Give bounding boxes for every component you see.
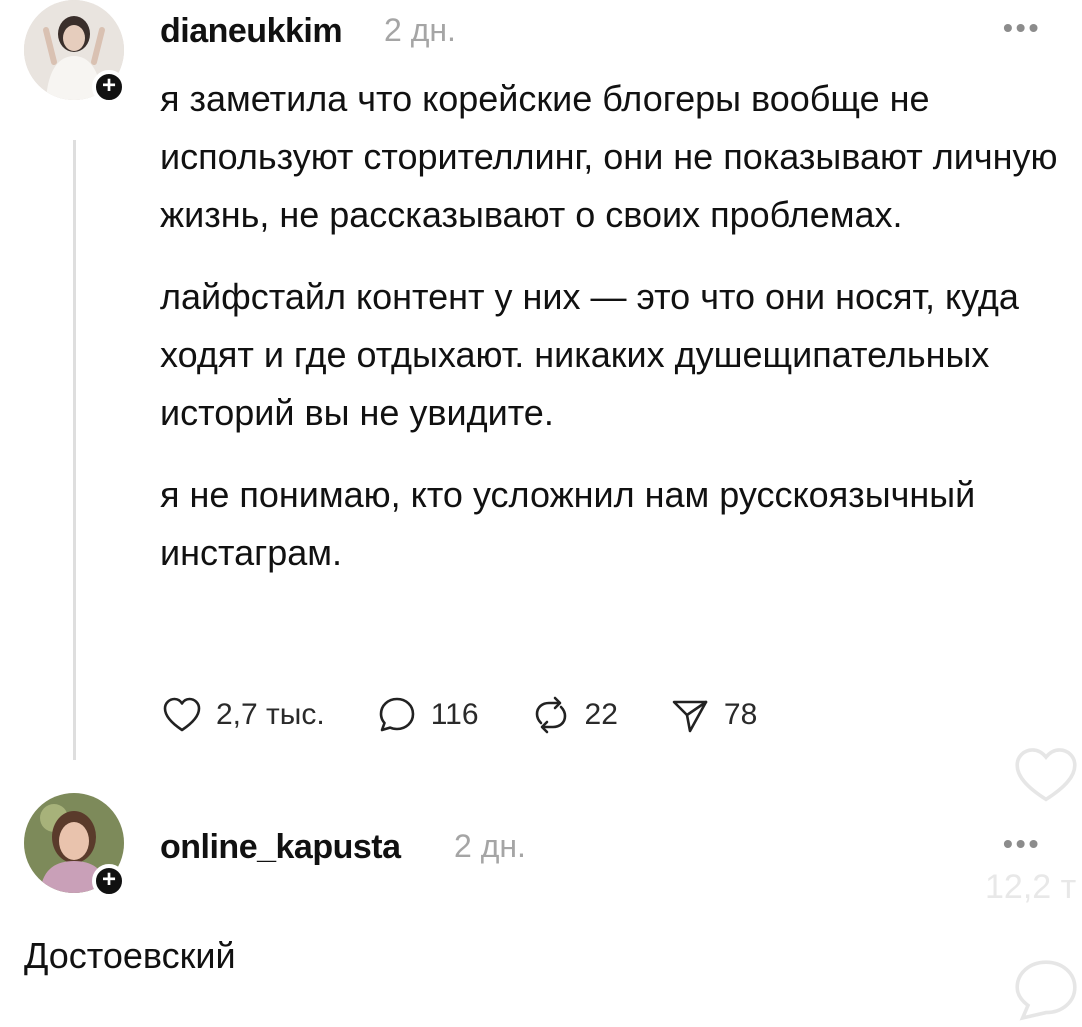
reply-text: Достоевский xyxy=(24,935,236,976)
repost-button[interactable]: 22 xyxy=(529,693,618,737)
overlay-heart-icon xyxy=(1015,748,1077,802)
reply-button[interactable]: 116 xyxy=(375,693,479,737)
repost-count: 22 xyxy=(584,698,618,731)
post-username[interactable]: dianeukkim xyxy=(160,12,343,51)
share-icon xyxy=(672,700,708,733)
share-count: 78 xyxy=(723,698,758,731)
reply-timestamp: 2 дн. xyxy=(454,828,526,864)
post-actions: 2,7 тыс. 116 22 78 xyxy=(160,690,807,740)
follow-plus-icon[interactable]: + xyxy=(92,70,126,104)
reply-more-options-icon[interactable]: ••• xyxy=(1003,828,1041,860)
more-options-icon[interactable]: ••• xyxy=(1003,12,1041,44)
post-timestamp: 2 дн. xyxy=(384,12,456,48)
reply-count: 116 xyxy=(430,698,479,731)
overlay-comment-icon xyxy=(1015,960,1077,1021)
heart-icon xyxy=(163,697,201,732)
thread-line xyxy=(73,140,76,760)
comment-icon xyxy=(379,697,414,732)
reply-follow-plus-icon[interactable]: + xyxy=(92,864,126,898)
overlay-like-count: 12,2 т xyxy=(985,868,1077,906)
share-button[interactable]: 78 xyxy=(668,693,757,737)
post-paragraph-2: лайфстайл контент у них — это что они но… xyxy=(160,276,1019,433)
reply-username[interactable]: online_kapusta xyxy=(160,828,401,867)
like-button[interactable]: 2,7 тыс. xyxy=(160,693,325,737)
post-text: я заметила что корейские блогеры вообще … xyxy=(160,70,1065,606)
repost-icon xyxy=(535,696,566,734)
like-count: 2,7 тыс. xyxy=(216,698,325,731)
post-paragraph-1: я заметила что корейские блогеры вообще … xyxy=(160,78,1058,235)
post-paragraph-3: я не понимаю, кто усложнил нам русскоязы… xyxy=(160,474,976,573)
